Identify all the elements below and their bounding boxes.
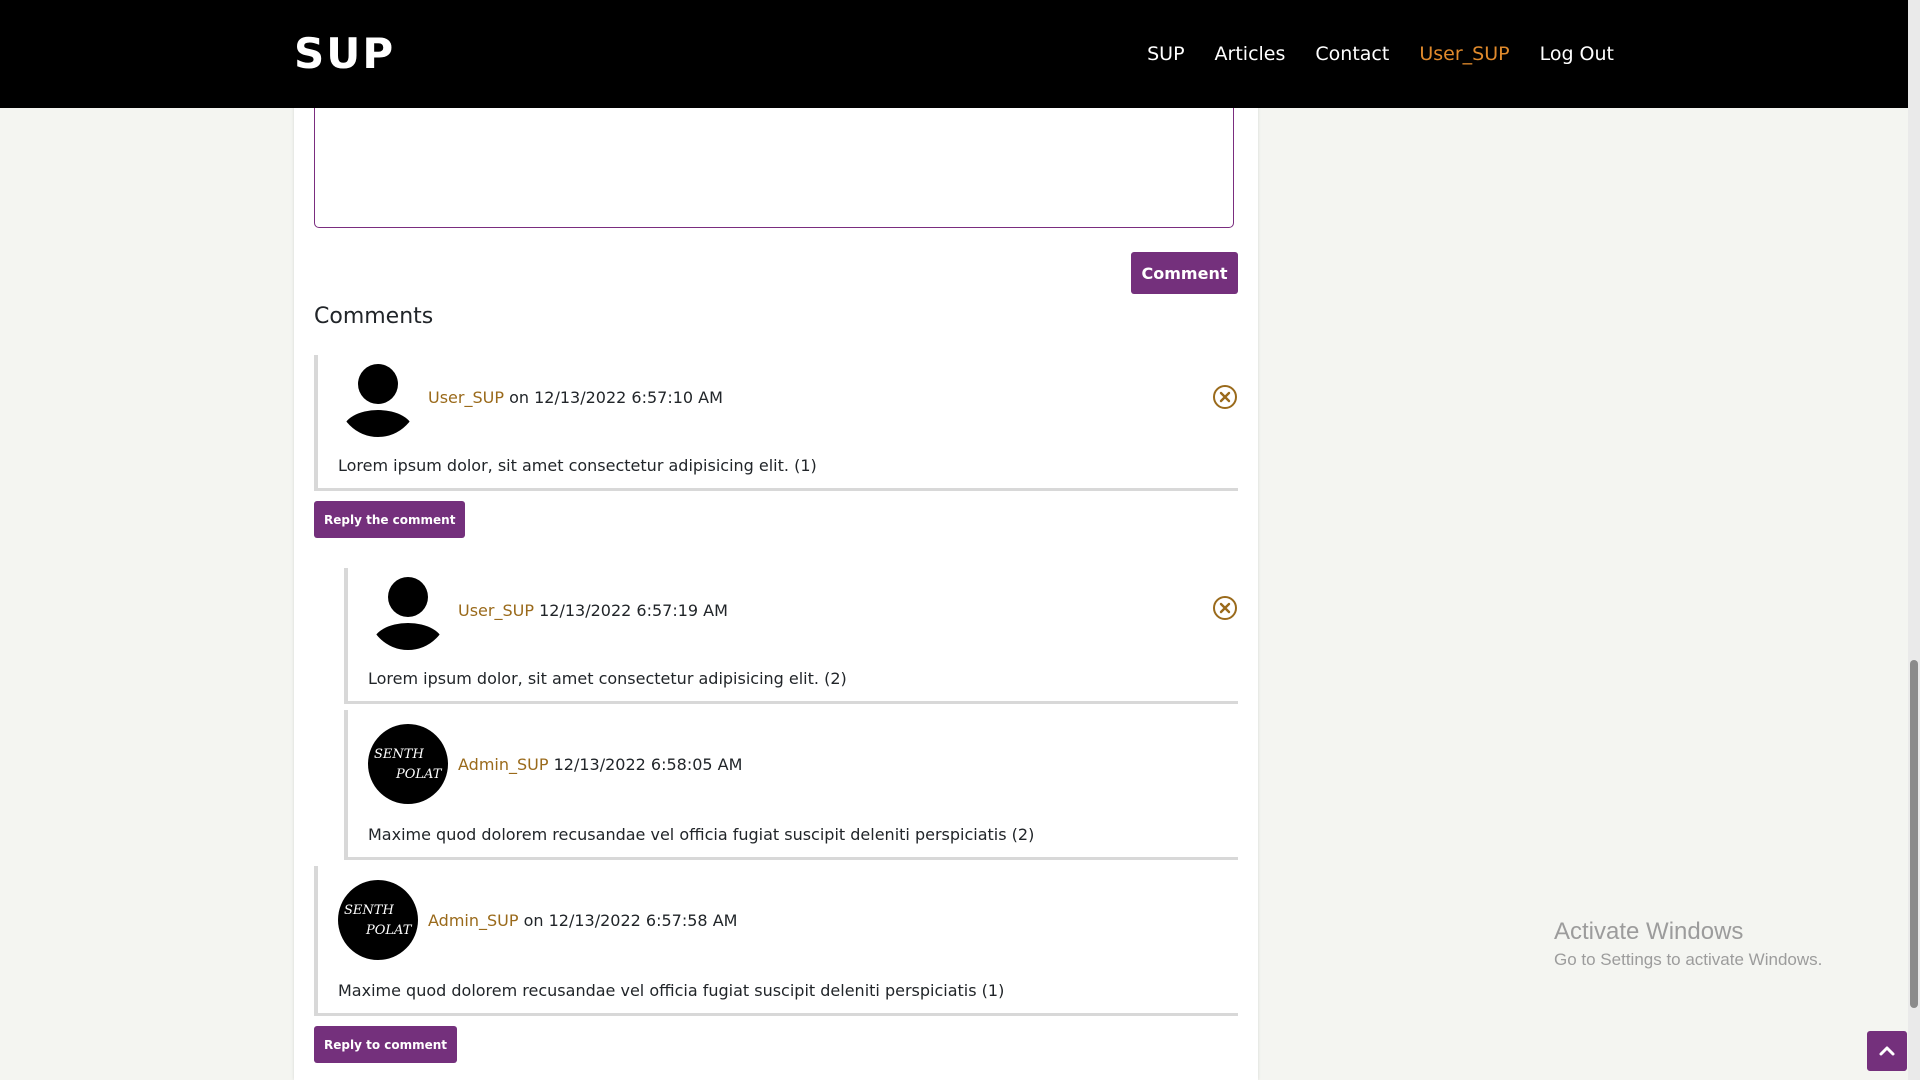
page-scrollbar[interactable] [1908, 0, 1920, 1080]
svg-text:POLAT: POLAT [395, 767, 443, 782]
comment-author[interactable]: Admin_SUP [428, 911, 519, 930]
comment-item: User_SUP on 12/13/2022 6:57:10 AM Lorem … [314, 355, 1238, 491]
comment-header: User_SUP 12/13/2022 6:57:19 AM [368, 570, 728, 650]
nav-link-articles[interactable]: Articles [1215, 43, 1286, 65]
comment-date: on 12/13/2022 6:57:58 AM [523, 910, 738, 930]
svg-text:SENTH: SENTH [374, 747, 424, 762]
reply-comment-button[interactable]: Reply the comment [314, 501, 466, 538]
nav-link-user[interactable]: User_SUP [1419, 43, 1509, 65]
admin-logo-avatar: SENTH POLAT [338, 880, 418, 960]
admin-logo-avatar: SENTH POLAT [368, 724, 448, 804]
comment-meta: User_SUP 12/13/2022 6:57:19 AM [458, 601, 728, 620]
watermark-subtitle: Go to Settings to activate Windows. [1554, 950, 1823, 969]
nav-links: SUP Articles Contact User_SUP Log Out [1147, 0, 1614, 108]
user-avatar-icon [338, 357, 418, 437]
comment-text: Maxime quod dolorem recusandae vel offic… [368, 825, 1035, 844]
reply-item: User_SUP 12/13/2022 6:57:19 AM Lorem ips… [344, 568, 1238, 704]
comment-author[interactable]: User_SUP [428, 388, 504, 407]
comment-date: 12/13/2022 6:58:05 AM [553, 754, 743, 774]
reply-comment-button[interactable]: Reply to comment [314, 1026, 458, 1063]
svg-text:SENTH: SENTH [344, 903, 394, 918]
delete-comment-icon[interactable] [1212, 595, 1238, 621]
comment-text: Lorem ipsum dolor, sit amet consectetur … [368, 669, 847, 688]
comment-header: SENTH POLAT Admin_SUP 12/13/2022 6:58:05… [368, 724, 742, 804]
user-avatar-icon [368, 570, 448, 650]
article-card: Comment Comments User_SUP on 12/13/2022 … [294, 0, 1258, 1080]
windows-activation-watermark: Activate Windows Go to Settings to activ… [1554, 918, 1822, 970]
comment-text: Lorem ipsum dolor, sit amet consectetur … [338, 456, 817, 475]
reply-item: SENTH POLAT Admin_SUP 12/13/2022 6:58:05… [344, 710, 1238, 860]
comment-text: Maxime quod dolorem recusandae vel offic… [338, 981, 1005, 1000]
comments-title: Comments [314, 304, 434, 329]
comment-author[interactable]: User_SUP [458, 601, 534, 620]
nav-link-sup[interactable]: SUP [1147, 43, 1184, 65]
comment-author[interactable]: Admin_SUP [458, 755, 549, 774]
comment-item: SENTH POLAT Admin_SUP on 12/13/2022 6:57… [314, 866, 1238, 1016]
comment-date: 12/13/2022 6:57:19 AM [539, 600, 728, 620]
comment-meta: Admin_SUP on 12/13/2022 6:57:58 AM [428, 911, 737, 930]
back-to-top-button[interactable] [1867, 1031, 1907, 1071]
nav-link-logout[interactable]: Log Out [1540, 43, 1614, 65]
watermark-title: Activate Windows [1554, 918, 1744, 945]
nav-link-contact[interactable]: Contact [1315, 43, 1389, 65]
comment-meta: User_SUP on 12/13/2022 6:57:10 AM [428, 388, 723, 407]
comment-header: SENTH POLAT Admin_SUP on 12/13/2022 6:57… [338, 880, 737, 960]
navbar: SUP SUP Articles Contact User_SUP Log Ou… [0, 0, 1908, 108]
comment-date: on 12/13/2022 6:57:10 AM [509, 387, 723, 407]
brand-logo[interactable]: SUP [294, 30, 395, 78]
comment-meta: Admin_SUP 12/13/2022 6:58:05 AM [458, 755, 742, 774]
delete-comment-icon[interactable] [1212, 384, 1238, 410]
comment-button[interactable]: Comment [1131, 252, 1238, 294]
svg-text:POLAT: POLAT [365, 923, 413, 938]
chevron-up-icon [1879, 1046, 1895, 1056]
scrollbar-thumb[interactable] [1910, 660, 1918, 1008]
comment-header: User_SUP on 12/13/2022 6:57:10 AM [338, 357, 723, 437]
